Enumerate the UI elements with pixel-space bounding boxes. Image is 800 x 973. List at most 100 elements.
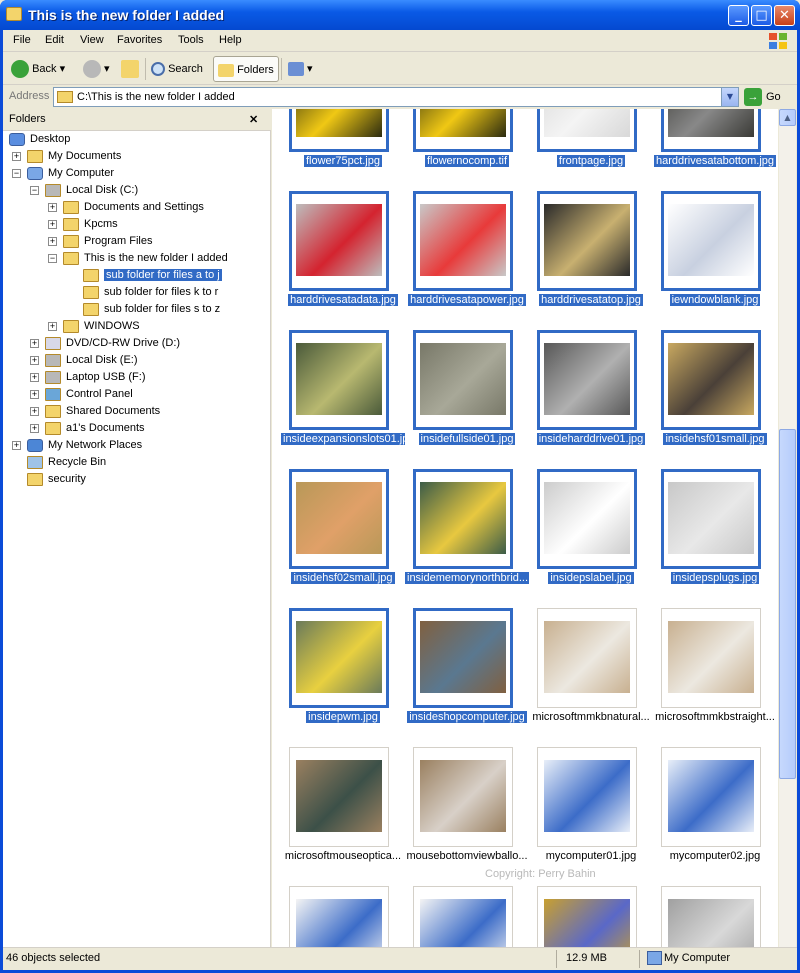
- file-thumbnail[interactable]: harddrivesatatop.jpg: [529, 191, 653, 326]
- file-thumbnail[interactable]: iewndowblank.jpg: [653, 191, 777, 326]
- vertical-scrollbar[interactable]: ▲ ▼: [779, 109, 796, 967]
- tree-item[interactable]: sub folder for files a to j: [83, 267, 222, 284]
- tree-item[interactable]: + a1's Documents: [30, 420, 145, 437]
- go-button[interactable]: → Go: [744, 87, 781, 107]
- tree-item[interactable]: + Control Panel: [30, 386, 133, 403]
- file-thumbnail[interactable]: microsoftmouseoptica...: [281, 747, 405, 882]
- menu-file[interactable]: File: [13, 34, 31, 46]
- file-thumbnail[interactable]: flowernocomp.tif: [405, 109, 529, 187]
- menu-tools[interactable]: Tools: [178, 34, 204, 46]
- expand-icon[interactable]: +: [48, 220, 57, 229]
- address-dropdown-button[interactable]: ▼: [721, 88, 738, 106]
- expand-icon[interactable]: +: [48, 237, 57, 246]
- file-thumbnail[interactable]: insidehsf02small.jpg: [281, 469, 405, 604]
- collapse-icon[interactable]: −: [30, 186, 39, 195]
- menu-view[interactable]: View: [80, 34, 104, 46]
- expand-icon[interactable]: +: [30, 356, 39, 365]
- file-thumbnail[interactable]: insideharddrive01.jpg: [529, 330, 653, 465]
- expand-icon[interactable]: +: [30, 339, 39, 348]
- file-thumbnail[interactable]: insidepsplugs.jpg: [653, 469, 777, 604]
- collapse-icon[interactable]: −: [48, 254, 57, 263]
- file-thumbnail[interactable]: frontpage.jpg: [529, 109, 653, 187]
- tree-item[interactable]: Recycle Bin: [27, 454, 106, 471]
- forward-button[interactable]: ▾: [83, 56, 110, 82]
- file-thumbnail[interactable]: microsoftmmkbnatural...: [529, 608, 653, 743]
- file-thumbnail[interactable]: mycomputer02.jpg: [653, 747, 777, 882]
- minimize-button[interactable]: _: [728, 5, 749, 26]
- expand-icon[interactable]: +: [30, 407, 39, 416]
- file-thumbnail[interactable]: insideshopcomputer.jpg: [405, 608, 529, 743]
- expand-icon[interactable]: +: [12, 441, 21, 450]
- expand-icon[interactable]: +: [12, 152, 21, 161]
- back-label: Back: [32, 63, 57, 75]
- thumbnail-frame: [289, 469, 389, 569]
- dvd-drive-icon: [45, 337, 61, 350]
- tree-item[interactable]: − My Computer: [12, 165, 114, 182]
- folders-button[interactable]: Folders: [213, 56, 279, 82]
- expand-icon[interactable]: +: [30, 390, 39, 399]
- thumbnail-frame: [661, 469, 761, 569]
- file-thumbnail[interactable]: harddrivesatapower.jpg: [405, 191, 529, 326]
- file-thumbnail[interactable]: mycomputer01.jpg: [529, 747, 653, 882]
- address-input[interactable]: C:\This is the new folder I added ▼: [53, 87, 739, 107]
- expand-icon[interactable]: +: [48, 203, 57, 212]
- tree-item[interactable]: sub folder for files k to r: [83, 284, 218, 301]
- search-button[interactable]: Search: [151, 56, 203, 82]
- maximize-button[interactable]: □: [751, 5, 772, 26]
- back-button[interactable]: Back ▾: [11, 56, 65, 82]
- thumbnail-frame: [537, 330, 637, 430]
- tree-item[interactable]: − This is the new folder I added: [48, 250, 228, 267]
- tree-item[interactable]: + Shared Documents: [30, 403, 160, 420]
- file-thumbnail[interactable]: harddrivesatabottom.jpg: [653, 109, 777, 187]
- thumbnail-image: [296, 482, 382, 554]
- file-thumbnail[interactable]: insidehsf01small.jpg: [653, 330, 777, 465]
- file-name: harddrivesatatop.jpg: [539, 294, 643, 306]
- tree-item[interactable]: + Kpcms: [48, 216, 118, 233]
- tree-item-label: Desktop: [30, 133, 71, 145]
- folder-icon: [27, 473, 43, 486]
- title-bar[interactable]: This is the new folder I added _ □ ✕: [0, 0, 800, 30]
- thumbnail-image: [544, 760, 630, 832]
- tree-item[interactable]: + My Documents: [12, 148, 121, 165]
- tree-item[interactable]: security: [27, 471, 86, 488]
- tree-item[interactable]: Desktop: [9, 131, 70, 148]
- tree-item[interactable]: + Local Disk (E:): [30, 352, 138, 369]
- file-thumbnail[interactable]: insidefullside01.jpg: [405, 330, 529, 465]
- folder-icon: [63, 320, 79, 333]
- tree-item[interactable]: + Program Files: [48, 233, 152, 250]
- tree-item[interactable]: + DVD/CD-RW Drive (D:): [30, 335, 180, 352]
- folders-pane-close-button[interactable]: ✕: [249, 113, 258, 126]
- file-thumbnail[interactable]: flower75pct.jpg: [281, 109, 405, 187]
- file-thumbnail[interactable]: insidememorynorthbrid...: [405, 469, 529, 604]
- file-thumbnail[interactable]: mousebottomviewballo...: [405, 747, 529, 882]
- tree-item[interactable]: + Laptop USB (F:): [30, 369, 146, 386]
- close-button[interactable]: ✕: [774, 5, 795, 26]
- file-thumbnail[interactable]: insidepwm.jpg: [281, 608, 405, 743]
- expand-icon[interactable]: +: [48, 322, 57, 331]
- file-name-label: harddrivesatatop.jpg: [529, 294, 653, 306]
- menu-help[interactable]: Help: [219, 34, 242, 46]
- file-thumbnail[interactable]: insidepslabel.jpg: [529, 469, 653, 604]
- file-thumbnail[interactable]: insideexpansionslots01.jpg: [281, 330, 405, 465]
- file-name: microsoftmmkbstraight...: [655, 711, 775, 723]
- scroll-thumb[interactable]: [779, 429, 796, 779]
- tree-item[interactable]: + WINDOWS: [48, 318, 140, 335]
- tree-item[interactable]: − Local Disk (C:): [30, 182, 138, 199]
- tree-item[interactable]: sub folder for files s to z: [83, 301, 220, 318]
- tree-item-label: Laptop USB (F:): [66, 371, 146, 383]
- go-label: Go: [766, 91, 781, 103]
- file-thumbnail[interactable]: microsoftmmkbstraight...: [653, 608, 777, 743]
- expand-icon[interactable]: +: [30, 373, 39, 382]
- collapse-icon[interactable]: −: [12, 169, 21, 178]
- expand-icon[interactable]: +: [30, 424, 39, 433]
- thumbnail-image: [668, 760, 754, 832]
- scroll-up-button[interactable]: ▲: [779, 109, 796, 126]
- menu-edit[interactable]: Edit: [45, 34, 64, 46]
- up-folder-button[interactable]: [121, 56, 141, 82]
- tree-item[interactable]: + My Network Places: [12, 437, 142, 454]
- tree-item[interactable]: + Documents and Settings: [48, 199, 204, 216]
- views-button[interactable]: ▾: [288, 56, 313, 82]
- folder-icon: [45, 405, 61, 418]
- menu-favorites[interactable]: Favorites: [117, 34, 162, 46]
- file-thumbnail[interactable]: harddrivesatadata.jpg: [281, 191, 405, 326]
